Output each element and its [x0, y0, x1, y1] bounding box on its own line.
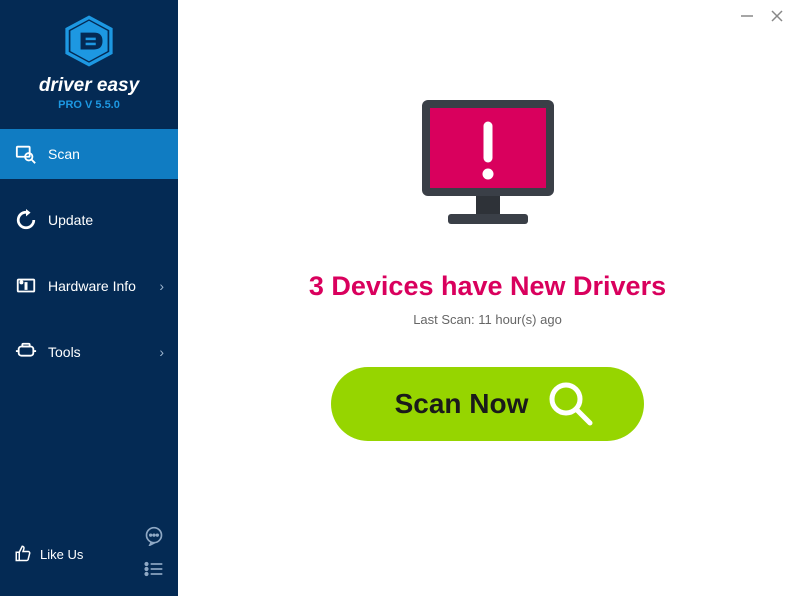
search-icon — [546, 379, 594, 430]
brand-name: driver easy — [0, 75, 178, 97]
feedback-icon[interactable] — [144, 526, 164, 551]
sidebar-nav: Scan Update i — [0, 129, 178, 393]
chevron-right-icon: › — [159, 344, 164, 360]
sidebar: driver easy PRO V 5.5.0 Scan — [0, 0, 178, 596]
app-logo-icon — [62, 55, 116, 72]
sidebar-item-hardware-info[interactable]: i Hardware Info › — [0, 261, 178, 311]
scan-now-button[interactable]: Scan Now — [331, 367, 645, 441]
sidebar-item-label: Update — [48, 212, 93, 228]
hardware-info-icon: i — [14, 275, 38, 297]
status-headline: 3 Devices have New Drivers — [309, 271, 666, 302]
svg-text:i: i — [25, 282, 27, 291]
sidebar-item-label: Tools — [48, 344, 81, 360]
last-scan-text: Last Scan: 11 hour(s) ago — [413, 312, 562, 327]
close-button[interactable] — [769, 8, 785, 24]
sidebar-item-tools[interactable]: Tools › — [0, 327, 178, 377]
minimize-button[interactable] — [739, 8, 755, 24]
chevron-right-icon: › — [159, 278, 164, 294]
alert-monitor-illustration — [408, 92, 568, 247]
sidebar-item-scan[interactable]: Scan — [0, 129, 178, 179]
thumbs-up-icon — [14, 544, 32, 565]
tools-icon — [14, 341, 38, 363]
sidebar-item-label: Hardware Info — [48, 278, 136, 294]
scan-button-label: Scan Now — [395, 388, 529, 420]
update-icon — [14, 209, 38, 231]
menu-list-icon[interactable] — [144, 561, 164, 582]
like-us-button[interactable]: Like Us — [14, 544, 83, 565]
main-content: 3 Devices have New Drivers Last Scan: 11… — [178, 0, 797, 596]
like-us-label: Like Us — [40, 547, 83, 562]
version-label: PRO V 5.5.0 — [0, 99, 178, 111]
sidebar-item-label: Scan — [48, 146, 80, 162]
sidebar-item-update[interactable]: Update — [0, 195, 178, 245]
brand-logo-area: driver easy PRO V 5.5.0 — [0, 0, 178, 115]
scan-icon — [14, 143, 38, 165]
